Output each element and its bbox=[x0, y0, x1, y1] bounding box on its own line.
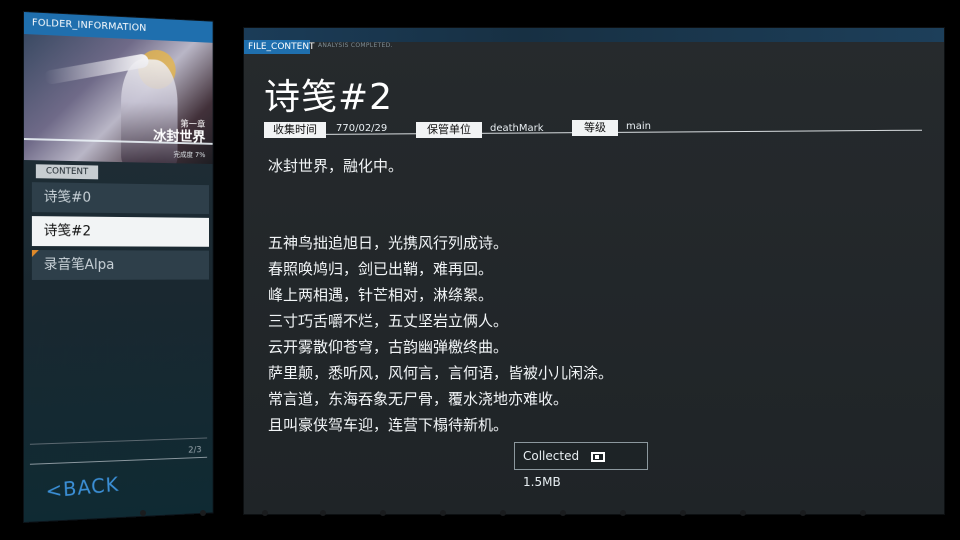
list-item-poem-0[interactable]: 诗笺#0 bbox=[31, 182, 209, 215]
floor-dot bbox=[860, 510, 866, 516]
cover-progress: 完成度 7% bbox=[173, 150, 206, 160]
custodian-value: deathMark bbox=[490, 123, 544, 134]
content-list: 诗笺#0 诗笺#2 录音笔Alpa bbox=[31, 182, 209, 284]
new-marker-icon bbox=[31, 250, 39, 258]
poem-line: 常言道，东海吞象无尸骨，覆水浇地亦难收。 bbox=[268, 390, 569, 408]
folder-cover-image: 第一章 冰封世界 完成度 7% bbox=[24, 34, 213, 165]
floor-dot bbox=[440, 510, 446, 516]
file-size-icon bbox=[590, 452, 605, 462]
floor-dot bbox=[800, 510, 806, 516]
back-button[interactable]: <BACK bbox=[45, 472, 120, 503]
list-item-label: 录音笔Alpa bbox=[43, 257, 115, 273]
list-item-recorder[interactable]: 录音笔Alpa bbox=[31, 250, 209, 280]
list-item-label: 诗笺#0 bbox=[43, 189, 92, 206]
intro-text: 冰封世界，融化中。 bbox=[268, 157, 404, 175]
cover-character bbox=[121, 58, 178, 165]
collect-time-label: 收集时间 bbox=[264, 122, 326, 138]
floor-dot bbox=[680, 510, 686, 516]
floor-dot bbox=[140, 510, 146, 516]
file-size: 1.5MB bbox=[523, 475, 561, 489]
panel-top-strip bbox=[244, 28, 944, 42]
floor-dot bbox=[560, 510, 566, 516]
cover-world-title: 冰封世界 bbox=[153, 128, 206, 146]
floor-dot bbox=[262, 510, 268, 516]
poem-line: 且叫豪侠驾车迎，连营下榻待新机。 bbox=[268, 416, 509, 434]
file-content-tag: FILE_CONTENT bbox=[244, 40, 315, 54]
floor-dot bbox=[200, 510, 206, 516]
level-label: 等级 bbox=[572, 120, 618, 136]
custodian-label: 保管单位 bbox=[416, 122, 482, 138]
collected-label: Collected bbox=[523, 449, 580, 463]
poem-line: 三寸巧舌嚼不烂，五丈坚岩立俩人。 bbox=[268, 312, 509, 330]
floor-dot bbox=[620, 510, 626, 516]
floor-dot bbox=[320, 510, 326, 516]
file-intro-block: 冰封世界，融化中。 bbox=[268, 156, 928, 176]
meta-row: 收集时间 770/02/29 保管单位 deathMark 等级 main bbox=[264, 120, 924, 138]
list-item-poem-2[interactable]: 诗笺#2 bbox=[31, 216, 209, 247]
file-content-panel: FILE_CONTENT ANALYSIS COMPLETED. 诗笺#2 收集… bbox=[244, 28, 944, 514]
divider bbox=[29, 456, 208, 465]
poem-line: 峰上两相遇，针芒相对，淋绦絮。 bbox=[268, 286, 494, 304]
analysis-status: ANALYSIS COMPLETED. bbox=[318, 42, 393, 49]
collected-badge: Collected 1.5MB bbox=[514, 442, 648, 489]
floor-dot bbox=[380, 510, 386, 516]
content-tag: CONTENT bbox=[35, 164, 99, 180]
floor-dot bbox=[740, 510, 746, 516]
page-count: 2/3 bbox=[188, 445, 202, 456]
poem-body: 五神鸟拙追旭日，光携风行列成诗。 春照唤鸠归，剑已出鞘，难再回。 峰上两相遇，针… bbox=[268, 230, 613, 438]
collect-time-value: 770/02/29 bbox=[336, 123, 388, 134]
poem-line: 云开雾散仰苍穹，古韵幽弹檄终曲。 bbox=[268, 338, 509, 356]
folder-panel: FOLDER_INFORMATION 第一章 冰封世界 完成度 7% CONTE… bbox=[24, 12, 213, 522]
poem-line: 春照唤鸠归，剑已出鞘，难再回。 bbox=[268, 260, 494, 278]
divider bbox=[29, 437, 208, 445]
floor-dot bbox=[500, 510, 506, 516]
poem-line: 萨里颠，悉听风，风何言，言何语，皆被小儿闲涂。 bbox=[268, 364, 614, 382]
file-title: 诗笺#2 bbox=[264, 77, 394, 118]
list-item-label: 诗笺#2 bbox=[43, 223, 92, 240]
poem-line: 五神鸟拙追旭日，光携风行列成诗。 bbox=[268, 234, 509, 252]
level-value: main bbox=[626, 121, 651, 132]
